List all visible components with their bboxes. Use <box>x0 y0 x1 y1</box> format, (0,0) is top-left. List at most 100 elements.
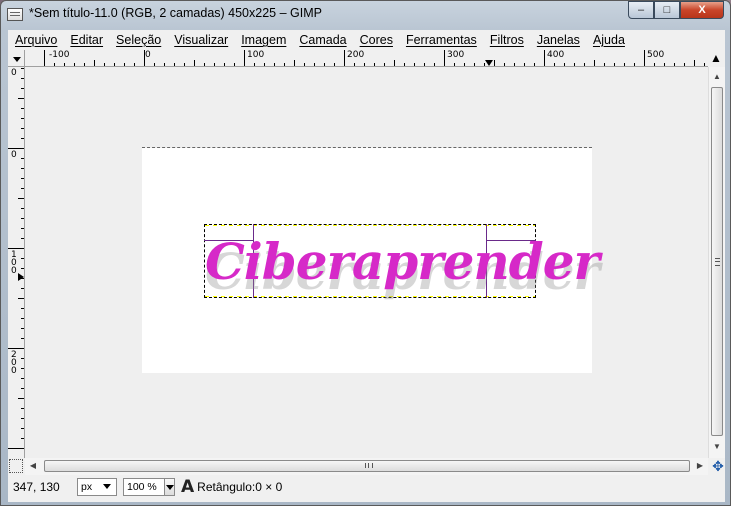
ruler-tick <box>314 63 315 66</box>
bottom-scroll-row: ◀ ▶ ✥ <box>8 458 725 475</box>
ruler-tick <box>364 63 365 66</box>
menu-ferramentas[interactable]: Ferramentas <box>398 33 482 47</box>
ruler-tick <box>21 88 24 89</box>
ruler-tick <box>164 63 165 66</box>
ruler-tick <box>21 358 24 359</box>
ruler-tick <box>154 63 155 66</box>
image-menu-button[interactable] <box>8 50 25 67</box>
ruler-tick <box>104 63 105 66</box>
minimize-button[interactable]: – <box>628 1 654 19</box>
ruler-tick <box>21 158 24 159</box>
ruler-tick <box>21 238 24 239</box>
menu-arquivo[interactable]: Arquivo <box>8 33 62 47</box>
ruler-tick <box>264 63 265 66</box>
menu-ajuda[interactable]: Ajuda <box>585 33 630 47</box>
unit-value: px <box>81 481 93 493</box>
ruler-tick <box>434 63 435 66</box>
ruler-tick <box>354 63 355 66</box>
ruler-tick <box>624 63 625 66</box>
ruler-tick <box>654 63 655 66</box>
ruler-tick <box>384 63 385 66</box>
window-title: *Sem título-11.0 (RGB, 2 camadas) 450x22… <box>29 6 322 20</box>
menu-filtros[interactable]: Filtros <box>482 33 529 47</box>
vertical-ruler[interactable]: 0 0 100 200 <box>8 67 25 458</box>
image-canvas[interactable]: Ciberaprender <box>25 67 708 458</box>
ruler-tick <box>21 288 24 289</box>
navigate-icon[interactable]: ✥ <box>711 458 725 475</box>
menu-janelas[interactable]: Janelas <box>529 33 585 47</box>
title-bar[interactable]: *Sem título-11.0 (RGB, 2 camadas) 450x22… <box>1 1 730 29</box>
ruler-tick <box>21 188 24 189</box>
chevron-down-icon <box>103 484 111 489</box>
close-button[interactable]: X <box>680 1 724 19</box>
ruler-tick <box>454 63 455 66</box>
ruler-tick <box>484 63 485 66</box>
ruler-tick <box>284 63 285 66</box>
ruler-tick <box>21 418 24 419</box>
ruler-tick <box>644 50 645 66</box>
ruler-tick <box>21 368 24 369</box>
menu-editar[interactable]: Editar <box>62 33 108 47</box>
ruler-tick <box>404 63 405 66</box>
zoom-selector[interactable]: 100 % <box>123 478 175 496</box>
ruler-tick <box>704 63 705 66</box>
ruler-tick <box>21 228 24 229</box>
app-window-icon[interactable] <box>7 8 23 21</box>
ruler-tick <box>694 60 695 66</box>
menu-imagem[interactable]: Imagem <box>233 33 291 47</box>
menu-camada[interactable]: Camada <box>291 33 351 47</box>
scroll-up-arrow-icon[interactable]: ▲ <box>709 69 725 85</box>
ruler-tick <box>21 218 24 219</box>
vruler-label: 0 <box>11 150 17 160</box>
ruler-tick <box>184 63 185 66</box>
menu-selecao[interactable]: Seleção <box>108 33 166 47</box>
ruler-tick <box>574 63 575 66</box>
ruler-tick <box>204 63 205 66</box>
ruler-tick <box>21 428 24 429</box>
hruler-label: 500 <box>647 50 665 60</box>
horizontal-scrollbar[interactable]: ◀ ▶ <box>25 458 708 475</box>
maximize-button[interactable]: □ <box>654 1 680 19</box>
scroll-left-arrow-icon[interactable]: ◀ <box>25 458 41 474</box>
ruler-tick <box>8 148 24 149</box>
ruler-tick <box>304 63 305 66</box>
ruler-tick <box>464 63 465 66</box>
ruler-tick <box>494 60 495 66</box>
ruler-tick <box>54 63 55 66</box>
status-message: Retângulo:0 × 0 <box>197 480 283 494</box>
chevron-down-icon[interactable] <box>164 478 175 496</box>
scroll-down-arrow-icon[interactable]: ▼ <box>709 439 725 455</box>
quick-mask-icon[interactable] <box>9 459 23 473</box>
image-text: Ciberaprender <box>205 232 600 291</box>
ruler-tick <box>424 63 425 66</box>
vertical-scrollbar[interactable]: ▲ ▼ <box>708 67 725 458</box>
scroll-right-arrow-icon[interactable]: ▶ <box>692 458 708 474</box>
ruler-tick <box>21 338 24 339</box>
vertical-scrollbar-thumb[interactable] <box>711 87 723 436</box>
ruler-tick <box>21 108 24 109</box>
ruler-tick <box>18 98 24 99</box>
unit-selector[interactable]: px <box>77 478 117 496</box>
horizontal-ruler[interactable]: -100 0 100 200 300 400 500 <box>25 50 708 67</box>
image-window-client: -100 0 100 200 300 400 500 ▲ 0 0 100 200 <box>8 50 725 502</box>
gimp-window: *Sem título-11.0 (RGB, 2 camadas) 450x22… <box>0 0 731 506</box>
ruler-tick <box>21 78 24 79</box>
ruler-tick <box>124 63 125 66</box>
hruler-label: 300 <box>447 50 465 60</box>
ruler-tick <box>544 50 545 66</box>
ruler-tick <box>444 50 445 66</box>
ruler-tick <box>274 63 275 66</box>
pointer-marker-icon <box>485 60 493 66</box>
ruler-tick <box>21 178 24 179</box>
hruler-label: 0 <box>145 50 151 60</box>
ruler-tick <box>21 318 24 319</box>
ruler-tick <box>21 68 24 69</box>
horizontal-scrollbar-thumb[interactable] <box>44 460 690 472</box>
ruler-zoom-icon[interactable]: ▲ <box>708 50 724 67</box>
ruler-tick <box>74 63 75 66</box>
menu-cores[interactable]: Cores <box>352 33 398 47</box>
ruler-tick <box>524 63 525 66</box>
menu-visualizar[interactable]: Visualizar <box>166 33 233 47</box>
ruler-tick <box>21 328 24 329</box>
ruler-tick <box>21 388 24 389</box>
